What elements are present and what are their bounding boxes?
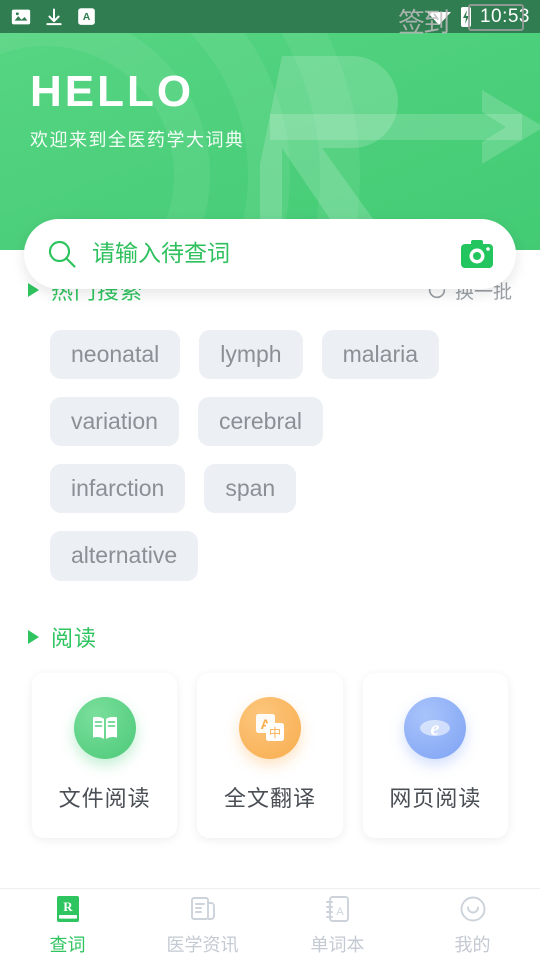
page-title: HELLO	[30, 67, 195, 116]
search-bar-container	[24, 219, 516, 289]
card-full-text-translation[interactable]: A 中 全文翻译	[197, 672, 343, 838]
svg-text:R: R	[63, 899, 73, 914]
browser-e-icon: e	[404, 697, 467, 759]
card-web-page-reading[interactable]: e 网页阅读	[362, 672, 508, 838]
svg-text:中: 中	[269, 725, 281, 740]
hot-search-tag[interactable]: variation	[50, 397, 179, 447]
search-icon	[46, 238, 78, 270]
nav-label: 单词本	[310, 935, 365, 956]
nav-item-profile[interactable]: 我的	[405, 889, 540, 960]
svg-text:e: e	[431, 718, 440, 740]
hot-search-tag[interactable]: malaria	[321, 330, 440, 380]
hot-search-tag[interactable]: neonatal	[50, 330, 181, 380]
card-label: 文件阅读	[58, 787, 151, 812]
app-a-icon: A	[76, 6, 97, 27]
hot-search-tag[interactable]: alternative	[50, 531, 199, 581]
smiley-face-icon	[456, 892, 490, 926]
svg-text:A: A	[83, 11, 91, 23]
status-bar-left-icons: A	[10, 6, 97, 28]
triangle-bullet-icon	[28, 629, 39, 644]
nav-label: 查词	[49, 935, 86, 956]
nav-item-search-word[interactable]: R 查词	[0, 889, 135, 960]
page-subtitle: 欢迎来到全医药学大词典	[30, 130, 245, 151]
image-icon	[10, 6, 32, 28]
search-bar[interactable]	[24, 219, 516, 289]
nav-label: 我的	[454, 935, 491, 956]
battery-icon	[458, 5, 474, 29]
decor-arc-outer	[0, 0, 360, 250]
card-file-reading[interactable]: 文件阅读	[32, 672, 178, 838]
reading-card-list: 文件阅读 A 中 全文翻译 e 网页阅读	[0, 655, 540, 838]
download-icon	[44, 6, 64, 28]
open-book-icon	[73, 697, 136, 759]
card-label: 网页阅读	[389, 787, 482, 812]
bottom-navigation: R 查词 医学资讯 A 单词本 我的	[0, 888, 540, 960]
status-bar: A 10:53 签到	[0, 0, 540, 39]
main-content: 热门搜索 换一批 neonatal lymph malaria variatio…	[0, 250, 540, 838]
hot-search-tag-list: neonatal lymph malaria variation cerebra…	[0, 308, 470, 581]
reading-title: 阅读	[51, 626, 98, 652]
clock-time: 10:53	[479, 5, 530, 27]
hot-search-tag[interactable]: infarction	[50, 464, 186, 514]
hot-search-tag[interactable]: cerebral	[197, 397, 324, 447]
status-bar-right-icons: 10:53	[426, 5, 530, 29]
nav-label: 医学资讯	[166, 935, 239, 956]
nav-item-wordbook[interactable]: A 单词本	[270, 889, 405, 960]
translate-icon: A 中	[238, 697, 301, 759]
nav-item-medical-news[interactable]: 医学资讯	[135, 889, 270, 960]
hero-header: HELLO 欢迎来到全医药学大词典	[0, 0, 540, 250]
camera-icon[interactable]	[460, 239, 494, 269]
search-input[interactable]	[92, 241, 460, 267]
rx-book-icon: R	[51, 892, 85, 926]
svg-text:A: A	[336, 906, 344, 918]
wifi-icon	[426, 7, 452, 27]
reading-header: 阅读	[0, 619, 540, 655]
news-document-icon	[186, 892, 220, 926]
notebook-a-icon: A	[321, 892, 355, 926]
app-screen: A 10:53 签到 HELLO 欢迎来到全医药学大词典 请输入待查词 热门搜索…	[0, 0, 540, 960]
hot-search-tag[interactable]: span	[204, 464, 297, 514]
card-label: 全文翻译	[223, 787, 316, 812]
hot-search-tag[interactable]: lymph	[199, 330, 303, 380]
